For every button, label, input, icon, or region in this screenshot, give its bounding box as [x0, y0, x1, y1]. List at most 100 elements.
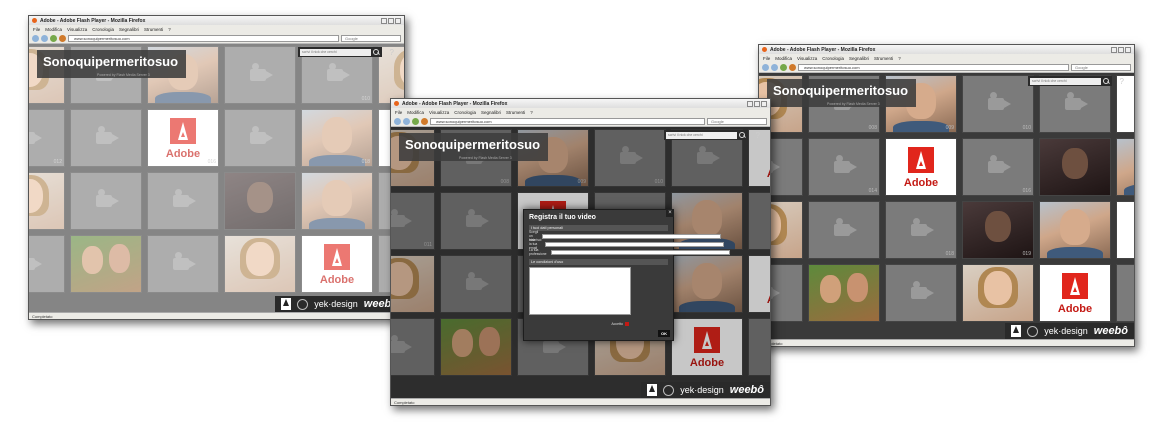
search-icon[interactable]: [1103, 77, 1110, 85]
email-input[interactable]: [545, 241, 725, 247]
help-icon[interactable]: ?: [1120, 77, 1124, 86]
search-icon[interactable]: [739, 131, 746, 139]
menu-cronologia[interactable]: Cronologia: [92, 27, 114, 32]
forward-icon[interactable]: [41, 34, 48, 42]
menu-help[interactable]: ?: [530, 110, 533, 115]
home-icon[interactable]: [59, 34, 66, 42]
menu-help[interactable]: ?: [898, 56, 901, 61]
back-icon[interactable]: [762, 63, 769, 71]
menu-strumenti[interactable]: Strumenti: [506, 110, 525, 115]
minimize-button[interactable]: [747, 100, 753, 107]
video-tile[interactable]: [808, 264, 880, 322]
video-tile[interactable]: [70, 109, 142, 167]
video-tile[interactable]: [29, 235, 65, 293]
search-icon[interactable]: [373, 48, 380, 56]
menu-file[interactable]: File: [395, 110, 402, 115]
video-tile[interactable]: [1116, 264, 1134, 322]
video-tile[interactable]: 018: [885, 201, 957, 259]
help-icon[interactable]: ?: [390, 48, 394, 57]
accept-checkbox-row[interactable]: Accetto: [611, 322, 629, 326]
ok-button[interactable]: OK: [658, 330, 670, 337]
menu-modifica[interactable]: Modifica: [407, 110, 424, 115]
video-tile[interactable]: [70, 172, 142, 230]
video-tile[interactable]: 017: [1116, 138, 1134, 196]
close-button[interactable]: [395, 17, 401, 24]
app-search-input[interactable]: [1030, 77, 1101, 85]
video-tile[interactable]: [70, 235, 142, 293]
url-bar[interactable]: www.sonoquipermeritosuo.com: [798, 63, 1069, 71]
menu-modifica[interactable]: Modifica: [775, 56, 792, 61]
help-icon[interactable]: ?: [756, 131, 760, 140]
video-tile[interactable]: 018: [301, 109, 373, 167]
video-tile[interactable]: [885, 264, 957, 322]
yek-design-logo[interactable]: yek·design: [314, 299, 358, 309]
reload-icon[interactable]: [780, 63, 787, 71]
video-tile[interactable]: [147, 172, 219, 230]
yek-design-logo[interactable]: yek·design: [1044, 326, 1088, 336]
browser-search-input[interactable]: Google: [1071, 63, 1131, 71]
yek-design-logo[interactable]: yek·design: [680, 385, 724, 395]
video-tile[interactable]: Adobe: [671, 318, 743, 376]
video-tile[interactable]: Adobe 016: [147, 109, 219, 167]
menu-segnalibri[interactable]: Segnalibri: [849, 56, 869, 61]
forward-icon[interactable]: [771, 63, 778, 71]
video-tile[interactable]: [29, 172, 65, 230]
video-tile[interactable]: [224, 109, 296, 167]
video-tile[interactable]: [224, 172, 296, 230]
window-controls[interactable]: [747, 100, 767, 107]
video-tile[interactable]: 016: [962, 138, 1034, 196]
video-tile[interactable]: 012: [29, 109, 65, 167]
video-tile[interactable]: 014: [808, 138, 880, 196]
video-tile[interactable]: Adobe: [885, 138, 957, 196]
weebo-logo[interactable]: weebô: [1094, 325, 1128, 337]
video-tile[interactable]: 010: [594, 129, 666, 187]
profession-input[interactable]: [550, 249, 730, 255]
video-tile[interactable]: [671, 255, 743, 313]
menu-file[interactable]: File: [33, 27, 40, 32]
weebo-logo[interactable]: weebô: [730, 384, 764, 396]
video-tile[interactable]: Adobe: [1116, 201, 1134, 259]
video-tile[interactable]: [962, 264, 1034, 322]
window-controls[interactable]: [381, 17, 401, 24]
app-search-input[interactable]: [300, 48, 371, 56]
maximize-button[interactable]: [388, 17, 394, 24]
back-icon[interactable]: [394, 117, 401, 125]
app-search[interactable]: ?: [298, 47, 394, 57]
video-tile[interactable]: [224, 235, 296, 293]
menu-cronologia[interactable]: Cronologia: [454, 110, 476, 115]
accept-checkbox[interactable]: [625, 322, 629, 326]
video-tile[interactable]: [748, 318, 770, 376]
minimize-button[interactable]: [1111, 46, 1117, 53]
menu-strumenti[interactable]: Strumenti: [144, 27, 163, 32]
video-tile[interactable]: 016: [748, 192, 770, 250]
video-tile[interactable]: [440, 192, 512, 250]
browser-search-input[interactable]: Google: [707, 117, 767, 125]
home-icon[interactable]: [789, 63, 796, 71]
menu-visualizza[interactable]: Visualizza: [429, 110, 449, 115]
video-tile[interactable]: [440, 318, 512, 376]
url-bar[interactable]: www.sonoquipermeritosuo.com: [430, 117, 705, 125]
app-search[interactable]: ?: [664, 130, 760, 140]
window-controls[interactable]: [1111, 46, 1131, 53]
video-tile[interactable]: [440, 255, 512, 313]
video-tile[interactable]: [1039, 201, 1111, 259]
minimize-button[interactable]: [381, 17, 387, 24]
close-icon[interactable]: ×: [666, 209, 674, 217]
url-bar[interactable]: www.sonoquipermeritosuo.com: [68, 34, 339, 42]
video-tile[interactable]: [391, 318, 435, 376]
browser-search-input[interactable]: Google: [341, 34, 401, 42]
close-button[interactable]: [761, 100, 767, 107]
video-tile[interactable]: [147, 235, 219, 293]
menu-file[interactable]: File: [763, 56, 770, 61]
video-tile[interactable]: [224, 46, 296, 104]
video-tile[interactable]: 019: [962, 201, 1034, 259]
video-tile[interactable]: [391, 255, 435, 313]
video-tile[interactable]: Adobe021: [748, 255, 770, 313]
video-tile[interactable]: Adobe: [1039, 264, 1111, 322]
menu-segnalibri[interactable]: Segnalibri: [119, 27, 139, 32]
video-tile[interactable]: 011: [391, 192, 435, 250]
menu-visualizza[interactable]: Visualizza: [797, 56, 817, 61]
nick-input[interactable]: [542, 233, 722, 239]
forward-icon[interactable]: [403, 117, 410, 125]
maximize-button[interactable]: [1118, 46, 1124, 53]
